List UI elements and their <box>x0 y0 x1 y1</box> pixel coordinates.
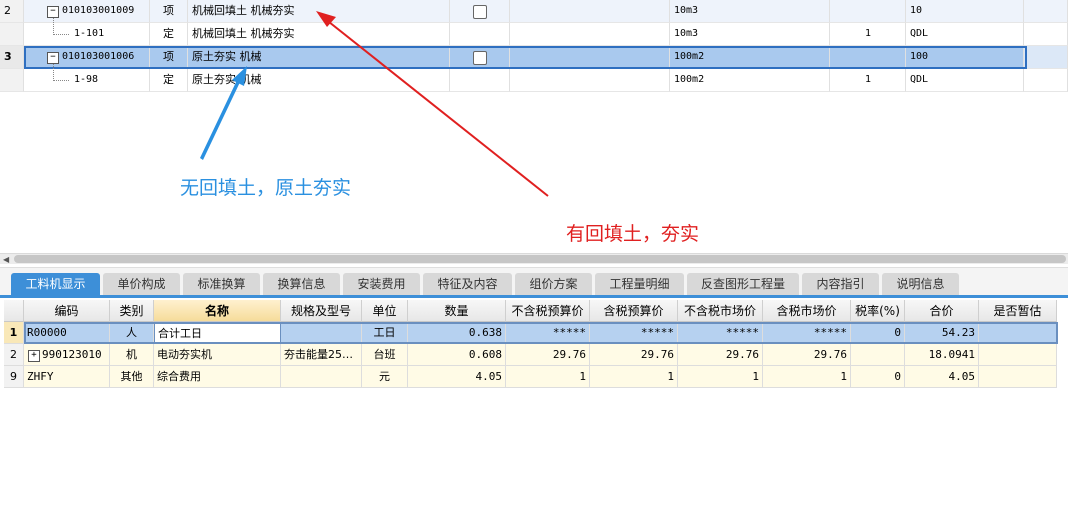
tab-graphic-quantity-lookup[interactable]: 反查图形工程量 <box>687 273 799 295</box>
budget-price-incl-tax: 1 <box>590 366 678 388</box>
market-price-excl-tax: 1 <box>678 366 763 388</box>
annotation-arrows <box>200 11 549 197</box>
column-header-total[interactable]: 合价 <box>905 300 979 322</box>
resource-quantity[interactable]: 4.05 <box>408 366 506 388</box>
annotation-red: 有回填土，夯实 <box>566 223 700 245</box>
market-price-incl-tax: 1 <box>763 366 851 388</box>
resource-spec[interactable]: 夯击能量25… <box>281 344 362 366</box>
market-price-excl-tax: 29.76 <box>678 344 763 366</box>
tab-labor-material-machine[interactable]: 工料机显示 <box>11 273 100 295</box>
market-price-incl-tax: 29.76 <box>763 344 851 366</box>
resource-unit: 台班 <box>362 344 408 366</box>
tab-description[interactable]: 说明信息 <box>882 273 959 295</box>
row-number: 9 <box>4 366 24 388</box>
resource-name[interactable]: 综合费用 <box>154 366 281 388</box>
blue-arrowhead-icon <box>232 66 247 86</box>
tax-rate[interactable]: 0 <box>851 366 905 388</box>
row-number: 1 <box>4 322 24 344</box>
column-header-budget-price-excl-tax[interactable]: 不含税预算价 <box>506 300 590 322</box>
column-header-budget-price-incl-tax[interactable]: 含税预算价 <box>590 300 678 322</box>
tab-pricing-scheme[interactable]: 组价方案 <box>515 273 592 295</box>
tab-standard-conversion[interactable]: 标准换算 <box>183 273 260 295</box>
blue-arrow-shaft <box>200 78 241 160</box>
column-header-provisional[interactable]: 是否暂估 <box>979 300 1057 322</box>
budget-price-incl-tax: 29.76 <box>590 344 678 366</box>
column-header-unit[interactable]: 单位 <box>362 300 408 322</box>
tab-install-fees[interactable]: 安装费用 <box>343 273 420 295</box>
column-header-spec[interactable]: 规格及型号 <box>281 300 362 322</box>
resource-category: 其他 <box>110 366 154 388</box>
resource-code[interactable]: ZHFY <box>24 366 110 388</box>
column-header-market-price-incl-tax[interactable]: 含税市场价 <box>763 300 851 322</box>
provisional-flag[interactable] <box>979 344 1057 366</box>
resource-name[interactable]: 电动夯实机 <box>154 344 281 366</box>
resource-quantity[interactable]: 0.608 <box>408 344 506 366</box>
column-header-quantity[interactable]: 数量 <box>408 300 506 322</box>
column-header-rownum <box>4 300 24 322</box>
budget-price-excl-tax: 29.76 <box>506 344 590 366</box>
resource-unit: 元 <box>362 366 408 388</box>
tab-features[interactable]: 特征及内容 <box>423 273 512 295</box>
annotation-blue: 无回填土，原土夯实 <box>180 177 352 199</box>
resource-spec[interactable] <box>281 366 362 388</box>
column-header-tax-rate[interactable]: 税率(%) <box>851 300 905 322</box>
total-price: 18.0941 <box>905 344 979 366</box>
selection-outline <box>24 322 1058 344</box>
tab-underline <box>0 295 1068 298</box>
column-header-category[interactable]: 类别 <box>110 300 154 322</box>
expand-toggle-icon[interactable]: + <box>28 350 40 362</box>
column-header-code[interactable]: 编码 <box>24 300 110 322</box>
red-arrow-shaft <box>323 17 549 197</box>
total-price: 4.05 <box>905 366 979 388</box>
column-header-market-price-excl-tax[interactable]: 不含税市场价 <box>678 300 763 322</box>
row-number: 2 <box>4 344 24 366</box>
budget-price-excl-tax: 1 <box>506 366 590 388</box>
column-header-name[interactable]: 名称 <box>154 300 281 322</box>
provisional-flag[interactable] <box>979 366 1057 388</box>
tab-unit-price[interactable]: 单价构成 <box>103 273 180 295</box>
tax-rate[interactable] <box>851 344 905 366</box>
tab-conversion-info[interactable]: 换算信息 <box>263 273 340 295</box>
tab-content-guide[interactable]: 内容指引 <box>802 273 879 295</box>
tab-quantity-details[interactable]: 工程量明细 <box>595 273 684 295</box>
resource-category: 机 <box>110 344 154 366</box>
